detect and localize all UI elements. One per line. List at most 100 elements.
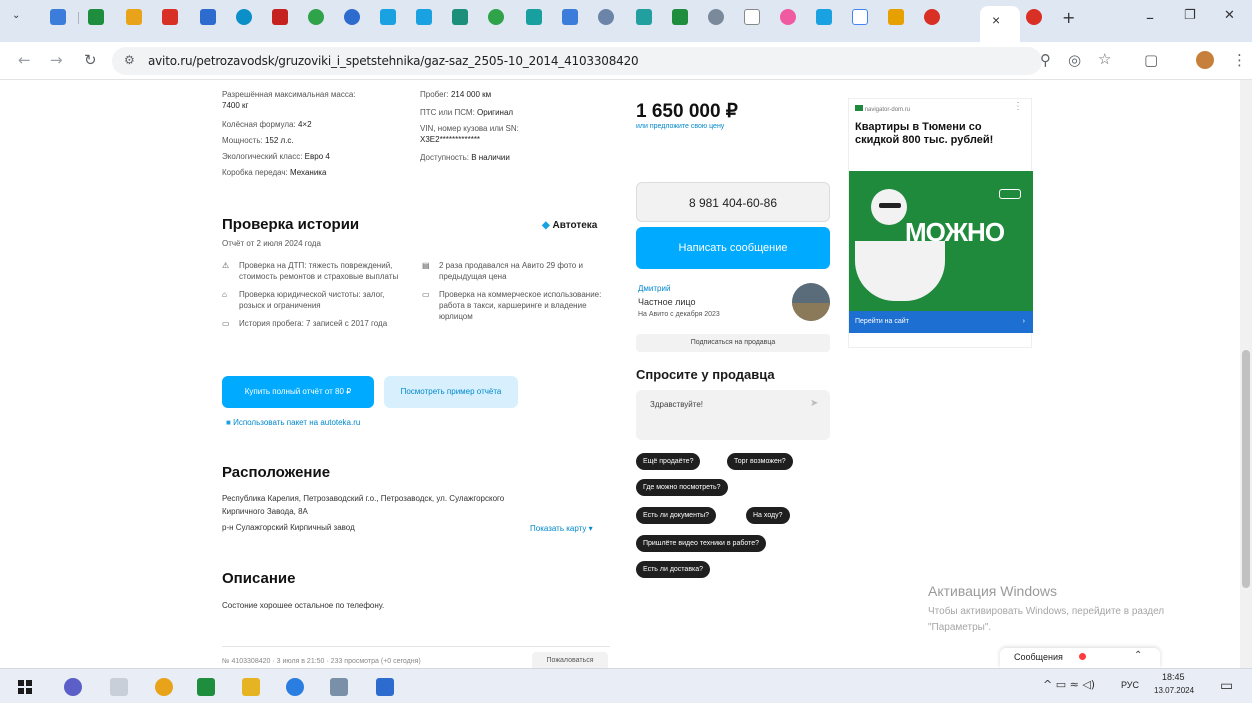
phone-button[interactable]: 8 981 404-60-86 bbox=[636, 182, 830, 222]
tab-favicon[interactable] bbox=[50, 9, 66, 25]
scrollbar-track[interactable] bbox=[1240, 80, 1252, 668]
bookmark-star-icon[interactable]: ☆ bbox=[1098, 50, 1111, 68]
quick-question-chip[interactable]: Пришлёте видео техники в работе? bbox=[636, 535, 767, 552]
price: 1 650 000 ₽ bbox=[636, 101, 738, 122]
tab-favicon[interactable] bbox=[852, 9, 868, 25]
back-icon[interactable]: ← bbox=[18, 51, 31, 69]
start-icon[interactable] bbox=[18, 680, 32, 694]
extensions-icon[interactable]: ▢ bbox=[1144, 51, 1158, 69]
tab-favicon[interactable] bbox=[1026, 9, 1042, 25]
tab-favicon[interactable] bbox=[888, 9, 904, 25]
tab-divider bbox=[78, 12, 79, 24]
spec-row: Мощность: 152 л.с. bbox=[222, 136, 294, 145]
ad-bathtub bbox=[855, 241, 945, 301]
ask-message-input[interactable]: Здравствуйте! ➤ bbox=[636, 390, 830, 440]
offer-price-link[interactable]: или предложите свою цену bbox=[636, 123, 724, 130]
profile-avatar[interactable] bbox=[1196, 51, 1214, 69]
quick-question-chip[interactable]: Торг возможен? bbox=[727, 453, 793, 470]
send-icon[interactable]: ➤ bbox=[810, 398, 818, 409]
app-icon[interactable] bbox=[110, 678, 128, 696]
tab-favicon[interactable] bbox=[200, 9, 216, 25]
example-report-button[interactable]: Посмотреть пример отчёта bbox=[384, 376, 518, 408]
spec-row: Пробег: 214 000 км bbox=[420, 90, 492, 99]
quick-question-chip[interactable]: Есть ли доставка? bbox=[636, 561, 711, 578]
site-info-icon[interactable]: ⚙ bbox=[124, 53, 135, 67]
tab-favicon[interactable] bbox=[562, 9, 578, 25]
seller-name[interactable]: Дмитрий bbox=[638, 284, 670, 293]
tab-favicon[interactable] bbox=[816, 9, 832, 25]
messages-widget[interactable]: Сообщения ⌃ bbox=[1000, 648, 1160, 668]
tab-favicon[interactable] bbox=[380, 9, 396, 25]
file-explorer-icon[interactable] bbox=[242, 678, 260, 696]
complain-button[interactable]: Пожаловаться bbox=[532, 652, 608, 668]
zoom-icon[interactable]: ⚲ bbox=[1040, 51, 1051, 69]
autoteka-package-link[interactable]: ■ Использовать пакет на autoteka.ru bbox=[226, 418, 360, 427]
messages-label: Сообщения bbox=[1014, 652, 1063, 662]
close-tab-icon[interactable]: × bbox=[992, 12, 1000, 28]
tab-favicon[interactable] bbox=[162, 9, 178, 25]
tab-favicon[interactable] bbox=[308, 9, 324, 25]
buy-report-button[interactable]: Купить полный отчёт от 80 ₽ bbox=[222, 376, 374, 408]
reload-icon[interactable]: ↻ bbox=[84, 51, 97, 69]
clock-date[interactable]: 13.07.2024 bbox=[1154, 686, 1194, 695]
tab-favicon[interactable] bbox=[488, 9, 504, 25]
ask-seller-title: Спросите у продавца bbox=[636, 367, 775, 382]
restore-button[interactable]: ❐ bbox=[1184, 8, 1196, 23]
quick-question-chip[interactable]: Ещё продаёте? bbox=[636, 453, 701, 470]
quick-question-chip[interactable]: Где можно посмотреть? bbox=[636, 479, 728, 496]
close-window-button[interactable]: ✕ bbox=[1224, 8, 1235, 23]
scrollbar-thumb[interactable] bbox=[1242, 350, 1250, 588]
quick-question-chip[interactable]: На ходу? bbox=[746, 507, 790, 524]
ad-big-text: МОЖНО bbox=[905, 217, 1005, 247]
subscribe-button[interactable]: Подписаться на продавца bbox=[636, 334, 830, 352]
tab-search-icon[interactable]: ⌄ bbox=[12, 10, 20, 21]
tab-favicon[interactable] bbox=[598, 9, 614, 25]
ad-menu-icon[interactable]: ⋮ bbox=[1013, 101, 1023, 112]
show-map-link[interactable]: Показать карту ▾ bbox=[530, 524, 593, 533]
tab-favicon[interactable] bbox=[126, 9, 142, 25]
quick-question-chip[interactable]: Есть ли документы? bbox=[636, 507, 717, 524]
tracking-icon[interactable]: ◎ bbox=[1068, 51, 1081, 69]
tab-favicon[interactable] bbox=[780, 9, 796, 25]
tab-favicon[interactable] bbox=[344, 9, 360, 25]
new-tab-button[interactable]: + bbox=[1062, 8, 1075, 27]
forward-icon[interactable]: → bbox=[50, 51, 63, 69]
tab-favicon[interactable] bbox=[88, 9, 104, 25]
tray-icons[interactable]: ^ ▭ ≈ ◁) bbox=[1043, 678, 1095, 691]
spec-row: Экологический класс: Евро 4 bbox=[222, 152, 330, 161]
message-button[interactable]: Написать сообщение bbox=[636, 227, 830, 269]
specs-right: Пробег: 214 000 км ПТС или ПСМ: Оригинал… bbox=[420, 89, 580, 163]
tab-favicon[interactable] bbox=[672, 9, 688, 25]
clock-time[interactable]: 18:45 bbox=[1162, 672, 1185, 682]
language-indicator[interactable]: РУС bbox=[1121, 680, 1139, 690]
telegram-icon[interactable] bbox=[286, 678, 304, 696]
ad-cta-button[interactable]: Перейти на сайт › bbox=[849, 311, 1033, 333]
page-viewport: Разрешённая максимальная масса: 7400 кг К… bbox=[0, 80, 1252, 668]
tab-favicon[interactable] bbox=[236, 9, 252, 25]
tab-favicon[interactable] bbox=[272, 9, 288, 25]
ad-banner[interactable]: navigator-dom.ru ⋮ Квартиры в Тюмени со … bbox=[848, 98, 1033, 348]
photos-icon[interactable] bbox=[376, 678, 394, 696]
tab-favicon[interactable] bbox=[526, 9, 542, 25]
tab-favicon[interactable] bbox=[416, 9, 432, 25]
tab-favicon[interactable] bbox=[636, 9, 652, 25]
menu-icon[interactable]: ⋮ bbox=[1232, 51, 1247, 69]
url-text[interactable]: avito.ru/petrozavodsk/gruzoviki_i_spetst… bbox=[148, 54, 639, 68]
tab-favicon[interactable] bbox=[708, 9, 724, 25]
unread-dot bbox=[1079, 653, 1086, 660]
active-tab[interactable]: × bbox=[980, 6, 1020, 42]
history-items-right: ▤ 2 раза продавался на Авито 29 фото и пр… bbox=[422, 260, 602, 322]
tab-favicon[interactable] bbox=[744, 9, 760, 25]
chevron-up-icon[interactable]: ⌃ bbox=[1134, 650, 1142, 661]
notifications-icon[interactable]: ▭ bbox=[1220, 677, 1233, 694]
seller-avatar[interactable] bbox=[792, 283, 830, 321]
minimize-button[interactable]: – bbox=[1146, 8, 1154, 27]
viber-icon[interactable] bbox=[64, 678, 82, 696]
tab-favicon[interactable] bbox=[452, 9, 468, 25]
ad-source-icon bbox=[855, 105, 863, 111]
chrome-icon[interactable] bbox=[155, 678, 173, 696]
app-icon[interactable] bbox=[330, 678, 348, 696]
tab-favicon[interactable] bbox=[924, 9, 940, 25]
excel-icon[interactable] bbox=[197, 678, 215, 696]
address-bar[interactable]: ⚙ avito.ru/petrozavodsk/gruzoviki_i_spet… bbox=[112, 47, 1042, 75]
